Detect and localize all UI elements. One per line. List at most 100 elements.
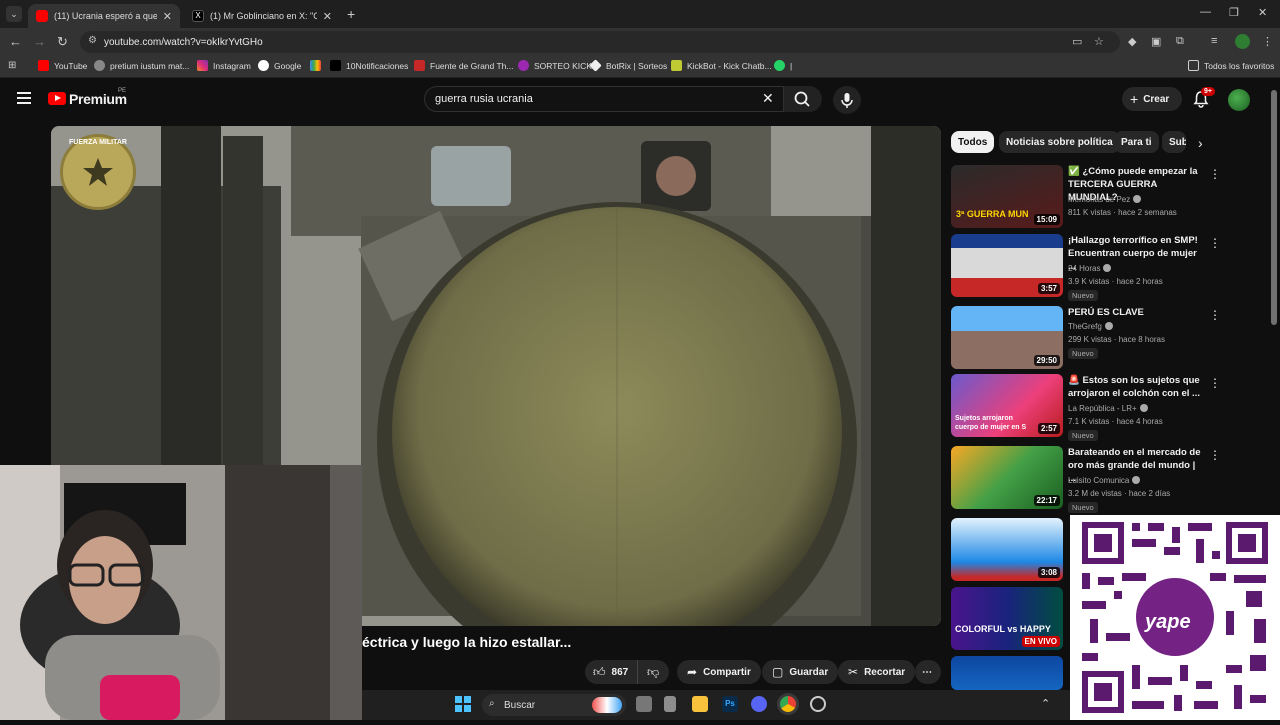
bookmark-pinwheel[interactable] xyxy=(310,60,326,71)
channel-name[interactable]: 24 Horas xyxy=(1068,264,1112,273)
video-thumbnail[interactable]: 3:08 xyxy=(951,518,1063,581)
extension-icon[interactable]: ◆ xyxy=(1128,35,1136,48)
close-tab-icon[interactable]: ✕ xyxy=(323,10,332,23)
minimize-icon[interactable]: — xyxy=(1200,6,1211,18)
search-button[interactable] xyxy=(784,86,822,112)
chip-todos[interactable]: Todos xyxy=(951,131,995,153)
windows-start-icon[interactable] xyxy=(455,696,471,712)
video-thumbnail[interactable]: COLORFUL vs HAPPY EN VIVO xyxy=(951,587,1063,650)
search-input[interactable]: guerra rusia ucrania xyxy=(424,86,784,112)
clear-search-icon[interactable]: ✕ xyxy=(762,90,774,107)
forward-icon[interactable]: → xyxy=(33,34,46,49)
channel-name[interactable]: Luisito Comunica xyxy=(1068,476,1141,485)
chip-sub[interactable]: Sub xyxy=(1162,131,1186,153)
video-thumbnail[interactable] xyxy=(951,656,1063,690)
recommendation-item[interactable]: 3:08 xyxy=(951,518,1063,581)
pinwheel-icon xyxy=(310,60,321,71)
recommendation-item[interactable]: 29:50 PERÚ ES CLAVE TheGrefg 299 K vista… xyxy=(951,306,1221,369)
video-title[interactable]: 🚨 Estos son los sujetos que arrojaron el… xyxy=(1068,374,1203,400)
channel-name[interactable]: TheGrefg xyxy=(1068,322,1113,331)
video-duration: 22:17 xyxy=(1033,495,1060,506)
more-vertical-icon[interactable]: ⋮ xyxy=(1209,308,1221,322)
video-thumbnail[interactable]: 22:17 xyxy=(951,446,1063,509)
video-thumbnail[interactable]: Sujetos arrojaron cuerpo de mujer en S 2… xyxy=(951,374,1063,437)
bookmark-botrix[interactable]: BotRix | Sorteos xyxy=(589,59,667,72)
new-tab-icon[interactable]: + xyxy=(347,6,355,22)
verified-icon xyxy=(1104,322,1113,330)
save-button[interactable]: ▢ Guardar xyxy=(762,660,839,684)
account-avatar[interactable] xyxy=(1228,89,1250,111)
bookmark-google[interactable]: Google xyxy=(258,60,301,71)
site-info-icon[interactable]: ⚙ xyxy=(88,35,97,46)
back-icon[interactable]: ← xyxy=(9,34,22,49)
recommendation-item[interactable] xyxy=(951,656,1063,690)
chevron-right-icon[interactable]: › xyxy=(1198,135,1203,151)
task-view-icon[interactable] xyxy=(636,696,652,712)
more-vertical-icon[interactable]: ⋮ xyxy=(1209,167,1221,181)
reload-icon[interactable]: ↻ xyxy=(57,34,68,50)
bookmark-whatsapp[interactable]: | xyxy=(774,60,792,71)
file-explorer-icon[interactable] xyxy=(692,696,708,712)
browser-tab-active[interactable]: (11) Ucrania esperó a que R ✕ xyxy=(28,4,180,28)
video-thumbnail[interactable]: 3:57 xyxy=(951,234,1063,297)
recommendation-item[interactable]: 3:57 ¡Hallazgo terrorífico en SMP! Encue… xyxy=(951,234,1221,301)
apps-grid-icon[interactable]: ⊞ xyxy=(8,60,16,71)
create-button[interactable]: + Crear xyxy=(1122,87,1182,111)
app-icon[interactable] xyxy=(810,696,826,712)
close-tab-icon[interactable]: ✕ xyxy=(163,10,172,23)
recommendation-item[interactable]: 3ª GUERRA MUN 15:09 ✅ ¿Cómo puede empeza… xyxy=(951,165,1221,228)
recommendation-item[interactable]: 22:17 Barateando en el mercado de oro má… xyxy=(951,446,1221,513)
chrome-icon[interactable] xyxy=(780,696,796,712)
bookmark-notificaciones[interactable]: 10Notificaciones xyxy=(330,60,408,71)
bookmark-kickbot[interactable]: KickBot - Kick Chatb... xyxy=(671,60,772,71)
profile-avatar[interactable] xyxy=(1235,34,1250,49)
browser-tab[interactable]: X (1) Mr Goblinciano en X: "Oe qu ✕ xyxy=(184,4,340,28)
video-thumbnail[interactable]: 3ª GUERRA MUN 15:09 xyxy=(951,165,1063,228)
taskbar-search-box[interactable]: ⌕ Buscar xyxy=(482,694,626,716)
bookmark-gta-font[interactable]: Fuente de Grand Th... xyxy=(414,60,513,71)
channel-name[interactable]: Memorias de Pez xyxy=(1068,195,1142,204)
bookmark-instagram[interactable]: Instagram xyxy=(197,60,251,71)
media-icon[interactable]: ≡ xyxy=(1211,35,1217,47)
chip-para-ti[interactable]: Para ti xyxy=(1114,131,1159,153)
like-button[interactable]: 👍︎ 867 xyxy=(585,660,637,684)
more-vertical-icon[interactable]: ⋮ xyxy=(1209,236,1221,250)
hamburger-menu-icon[interactable] xyxy=(17,92,31,104)
menu-kebab-icon[interactable]: ⋮ xyxy=(1262,35,1273,48)
discord-icon[interactable] xyxy=(751,696,767,712)
share-button[interactable]: ➦ Compartir xyxy=(677,660,761,684)
bookmark-sorteo-kick[interactable]: SORTEO KICK xyxy=(518,60,592,71)
close-window-icon[interactable]: ✕ xyxy=(1258,6,1267,19)
channel-logo-text: FUERZA MILITAR xyxy=(69,139,127,146)
recommendation-item[interactable]: COLORFUL vs HAPPY EN VIVO xyxy=(951,587,1063,650)
recommendation-item[interactable]: Sujetos arrojaron cuerpo de mujer en S 2… xyxy=(951,374,1221,441)
more-actions-button[interactable]: ⋯ xyxy=(915,660,941,684)
extension-icon[interactable]: ▣ xyxy=(1151,35,1161,48)
more-vertical-icon[interactable]: ⋮ xyxy=(1209,448,1221,462)
bookmark-youtube[interactable]: YouTube xyxy=(38,60,87,71)
restore-icon[interactable]: ❐ xyxy=(1229,6,1239,19)
tab-list-icon[interactable]: ⌄ xyxy=(6,6,22,22)
dislike-button[interactable]: 👎︎ xyxy=(637,660,669,684)
install-app-icon[interactable]: ▭ xyxy=(1072,35,1082,48)
channel-name[interactable]: La República - LR+ xyxy=(1068,404,1148,413)
more-vertical-icon[interactable]: ⋮ xyxy=(1209,376,1221,390)
chip-noticias-politica[interactable]: Noticias sobre política xyxy=(999,131,1120,153)
page-scrollbar[interactable] xyxy=(1271,90,1277,325)
whatsapp-icon xyxy=(774,60,785,71)
voice-search-button[interactable] xyxy=(833,86,861,114)
app-icon[interactable] xyxy=(664,696,676,712)
extensions-puzzle-icon[interactable]: ⧉ xyxy=(1176,35,1184,48)
x-icon xyxy=(330,60,341,71)
all-bookmarks[interactable]: Todos los favoritos xyxy=(1188,60,1274,71)
video-title[interactable]: PERÚ ES CLAVE xyxy=(1068,306,1203,319)
system-tray-chevron-icon[interactable]: ⌃ xyxy=(1041,697,1050,710)
bookmark-pretium[interactable]: pretium iustum mat... xyxy=(94,60,189,71)
youtube-logo-icon[interactable] xyxy=(48,92,66,105)
thumbnail-text: Sujetos arrojaron cuerpo de mujer en S xyxy=(955,415,1027,431)
clip-button[interactable]: ✂ Recortar xyxy=(838,660,916,684)
video-thumbnail[interactable]: 29:50 xyxy=(951,306,1063,369)
photoshop-icon[interactable]: Ps xyxy=(722,696,738,712)
bookmark-star-icon[interactable]: ☆ xyxy=(1094,35,1104,48)
url-field[interactable]: ⚙ youtube.com/watch?v=okIkrYvtGHo xyxy=(80,31,1120,53)
